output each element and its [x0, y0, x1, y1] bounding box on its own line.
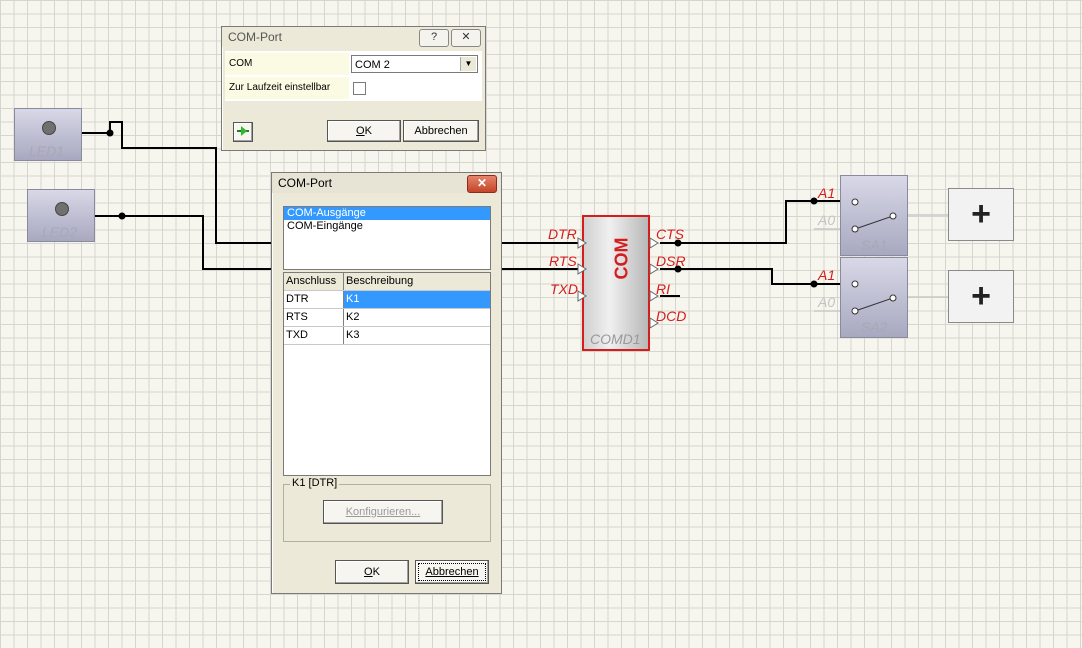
led2-component[interactable]: LED2 [27, 189, 95, 242]
com-port-dialog: COM-Port ✕ COM-Ausgänge COM-Eingänge Ans… [271, 172, 502, 594]
dialog-titlebar[interactable]: COM-Port ? ✕ [222, 27, 485, 47]
description-cell[interactable]: K1 [344, 291, 490, 308]
prop-row-com: COM COM 2 ▼ [225, 53, 482, 75]
sa1-pin-a1: A1 [818, 185, 836, 201]
table-row[interactable]: DTR K1 [284, 291, 490, 309]
close-button[interactable]: ✕ [451, 29, 481, 47]
description-cell[interactable]: K3 [344, 327, 490, 344]
column-header-beschreibung[interactable]: Beschreibung [344, 273, 490, 290]
sa1-component[interactable]: SA1 [840, 175, 908, 256]
junction-dot [810, 280, 818, 288]
wiring-canvas [82, 121, 948, 312]
dialog-title: COM-Port [278, 176, 332, 190]
column-header-anschluss[interactable]: Anschluss [284, 273, 344, 290]
cancel-button[interactable]: Abbrechen [403, 120, 479, 142]
prop-row-runtime: Zur Laufzeit einstellbar [225, 77, 482, 99]
ok-button[interactable]: OK [335, 560, 409, 584]
plus-source-1[interactable]: + [948, 188, 1014, 241]
lamp-icon [42, 121, 56, 135]
connector-icon [237, 126, 249, 136]
com-select[interactable]: COM 2 ▼ [351, 55, 478, 73]
com-block-name: COMD1 [590, 331, 641, 347]
port-category-list[interactable]: COM-Ausgänge COM-Eingänge [283, 206, 491, 270]
pin-txd: TXD [550, 281, 578, 297]
pin-table: Anschluss Beschreibung DTR K1 RTS K2 TXD… [283, 272, 491, 476]
table-row[interactable]: TXD K3 [284, 327, 490, 345]
led1-component[interactable]: LED1 [14, 108, 82, 161]
property-grid: COM COM 2 ▼ Zur Laufzeit einstellbar [225, 51, 482, 101]
dialog-title: COM-Port [228, 30, 282, 44]
selected-pin-group: K1 [DTR] Konfigurieren... [283, 477, 491, 542]
runtime-label: Zur Laufzeit einstellbar [225, 77, 349, 99]
pin-cell: TXD [284, 327, 344, 344]
plus-source-2[interactable]: + [948, 270, 1014, 323]
pin-cell: DTR [284, 291, 344, 308]
sa1-pin-a0: A0 [818, 212, 836, 228]
pin-cell: RTS [284, 309, 344, 326]
close-button[interactable]: ✕ [467, 175, 497, 193]
connector-button[interactable] [233, 122, 253, 142]
cancel-button[interactable]: Abbrechen [415, 560, 489, 584]
com-port-properties-dialog: COM-Port ? ✕ COM COM 2 ▼ Zur Laufzeit ei… [221, 26, 486, 151]
sa2-label: SA2 [861, 319, 888, 335]
ok-button[interactable]: OK [327, 120, 401, 142]
sa2-component[interactable]: SA2 [840, 257, 908, 338]
help-button[interactable]: ? [419, 29, 449, 47]
led1-label: LED1 [29, 143, 65, 159]
lamp-icon [55, 202, 69, 216]
sa2-pin-a1: A1 [818, 267, 836, 283]
list-item[interactable]: COM-Eingänge [284, 220, 490, 233]
table-row[interactable]: RTS K2 [284, 309, 490, 327]
pin-dtr: DTR [548, 226, 577, 242]
configure-button[interactable]: Konfigurieren... [323, 500, 443, 524]
led2-label: LED2 [42, 224, 78, 240]
junction-dot [810, 197, 818, 205]
dialog-titlebar[interactable]: COM-Port ✕ [272, 173, 501, 193]
com-label: COM [225, 53, 349, 75]
junction-dot [106, 129, 114, 137]
pin-rts: RTS [549, 253, 577, 269]
pin-arrows [577, 237, 659, 329]
table-header: Anschluss Beschreibung [284, 273, 490, 291]
description-cell[interactable]: K2 [344, 309, 490, 326]
sa1-label: SA1 [861, 237, 888, 253]
list-item[interactable]: COM-Ausgänge [284, 207, 490, 220]
sa2-pin-a0: A0 [818, 294, 836, 310]
chevron-down-icon[interactable]: ▼ [460, 57, 476, 71]
runtime-checkbox[interactable] [353, 82, 366, 95]
junction-dot [118, 212, 126, 220]
group-label: K1 [DTR] [290, 477, 340, 489]
com-select-value: COM 2 [355, 59, 390, 71]
